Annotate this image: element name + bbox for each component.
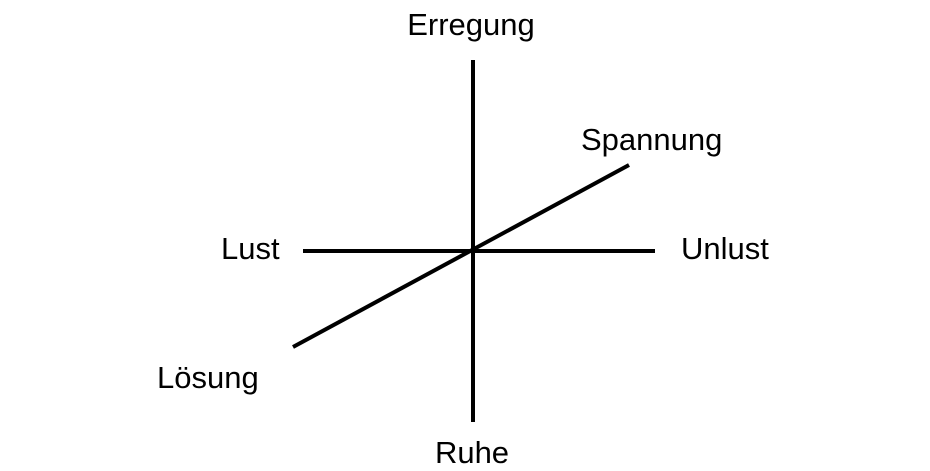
label-right: Unlust	[681, 231, 769, 266]
label-top: Erregung	[407, 7, 535, 42]
label-diagonal-lower: Lösung	[157, 360, 259, 395]
diagonal-axis	[292, 163, 630, 349]
label-bottom: Ruhe	[435, 435, 509, 470]
label-diagonal-upper: Spannung	[581, 122, 722, 157]
label-left: Lust	[221, 231, 280, 266]
wundt-three-dimension-diagram: Erregung Ruhe Lust Unlust Spannung Lösun…	[157, 7, 769, 470]
